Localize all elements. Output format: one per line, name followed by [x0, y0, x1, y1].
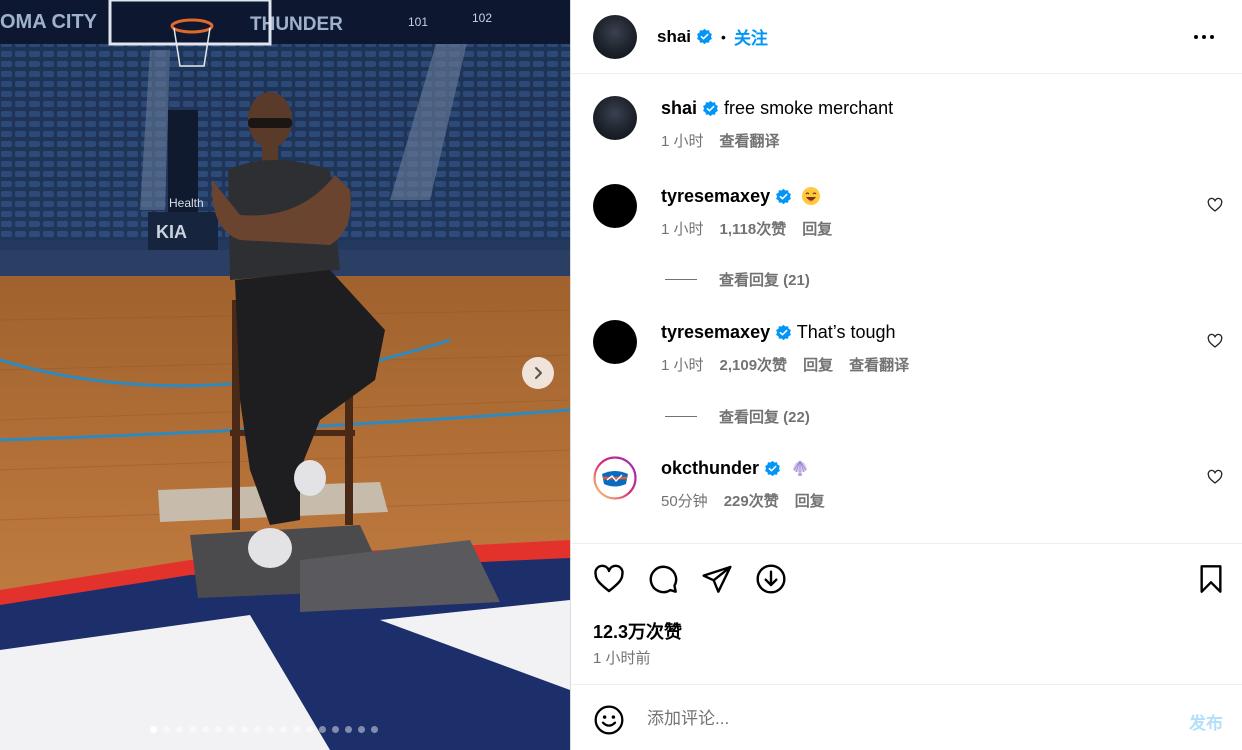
author-username[interactable]: shai: [657, 27, 691, 47]
carousel-dot: [189, 726, 196, 733]
carousel-dot: [215, 726, 222, 733]
verified-badge-icon: [776, 324, 791, 341]
section-102-label: 102: [472, 11, 492, 25]
replies-divider: [665, 279, 697, 280]
section-101-label: 101: [408, 15, 428, 29]
post-header: shai • 关注: [571, 0, 1242, 74]
comment-reply-button[interactable]: 回复: [795, 490, 825, 511]
banner-right-text: THUNDER: [250, 14, 343, 35]
comment-username[interactable]: tyresemaxey: [661, 322, 770, 342]
carousel-dot: [371, 726, 378, 733]
view-replies-label: 查看回复 (22): [719, 409, 810, 426]
header-separator: •: [721, 28, 726, 45]
post-comment-button[interactable]: 发布: [1189, 709, 1223, 734]
post-photo: OMA CITY THUNDER 101 102 Health KIA: [0, 0, 570, 750]
comment-text: That’s tough: [796, 322, 896, 342]
commenter-avatar[interactable]: [593, 320, 637, 364]
shell-emoji-icon: [793, 460, 808, 476]
view-replies-button[interactable]: 查看回复 (21): [665, 269, 810, 290]
verified-badge-icon: [703, 100, 718, 117]
likes-count[interactable]: 12.3万次赞: [593, 618, 682, 644]
carousel-dot: [293, 726, 300, 733]
view-replies-label: 查看回复 (21): [719, 272, 810, 289]
comment-username[interactable]: okcthunder: [661, 458, 759, 478]
view-replies-button[interactable]: 查看回复 (22): [665, 406, 810, 427]
okc-thunder-avatar[interactable]: [593, 456, 637, 500]
comment-likes[interactable]: 229次赞: [724, 490, 779, 511]
carousel-dot: [150, 726, 157, 733]
author-avatar[interactable]: [593, 14, 637, 59]
comment-time: 1 小时: [661, 357, 704, 374]
carousel-dot: [280, 726, 287, 733]
comments-list[interactable]: shai free smoke merchant 1 小时 查看翻译 tyres…: [571, 74, 1242, 544]
post-media[interactable]: OMA CITY THUNDER 101 102 Health KIA: [0, 0, 570, 750]
caption-avatar[interactable]: [593, 96, 637, 140]
laughing-face-emoji-icon: [802, 187, 821, 205]
comment-likes[interactable]: 2,109次赞: [720, 354, 788, 375]
comment-time: 50分钟: [661, 493, 708, 510]
commenter-avatar[interactable]: [593, 184, 637, 228]
more-options-icon[interactable]: [1194, 27, 1218, 47]
comment-bubble-icon[interactable]: [647, 563, 679, 595]
carousel-dot: [306, 726, 313, 733]
verified-badge-icon: [765, 460, 780, 477]
comment-time: 1 小时: [661, 221, 704, 238]
comment-like-heart-icon[interactable]: [1207, 469, 1223, 485]
carousel-dot: [176, 726, 183, 733]
comment-input[interactable]: [647, 705, 1147, 733]
verified-badge-icon: [697, 28, 712, 45]
save-bookmark-icon[interactable]: [1195, 563, 1227, 595]
carousel-dot: [332, 726, 339, 733]
caption-time: 1 小时: [661, 133, 704, 150]
comment-reply-button[interactable]: 回复: [803, 354, 833, 375]
kia-sign-text: KIA: [156, 222, 187, 242]
like-heart-icon[interactable]: [593, 563, 625, 595]
download-icon[interactable]: [755, 563, 787, 595]
carousel-dot: [358, 726, 365, 733]
comment-translate-link[interactable]: 查看翻译: [849, 354, 909, 375]
carousel-dot: [345, 726, 352, 733]
carousel-dot: [254, 726, 261, 733]
comment-likes[interactable]: 1,118次赞: [720, 218, 787, 239]
carousel-dot: [163, 726, 170, 733]
carousel-next-button[interactable]: [522, 357, 554, 389]
action-bar: [571, 544, 1242, 614]
comment-username[interactable]: tyresemaxey: [661, 186, 770, 206]
comment-reply-button[interactable]: 回复: [802, 218, 832, 239]
caption-username[interactable]: shai: [661, 98, 697, 118]
carousel-dot: [267, 726, 274, 733]
share-paper-plane-icon[interactable]: [701, 563, 733, 595]
carousel-dot: [202, 726, 209, 733]
caption-text: free smoke merchant: [724, 98, 894, 118]
emoji-picker-icon[interactable]: [593, 704, 625, 736]
comment-composer: 发布: [571, 684, 1242, 750]
chevron-right-icon: [535, 367, 542, 379]
carousel-dot: [241, 726, 248, 733]
carousel-dot: [228, 726, 235, 733]
caption-translate-link[interactable]: 查看翻译: [720, 130, 780, 151]
replies-divider: [665, 416, 697, 417]
carousel-indicator: [150, 726, 378, 733]
verified-badge-icon: [776, 188, 791, 205]
carousel-dot: [319, 726, 326, 733]
banner-left-text: OMA CITY: [0, 11, 98, 33]
post-side-panel: shai • 关注 shai free smoke merchant 1 小时 …: [570, 0, 1242, 750]
comment-like-heart-icon[interactable]: [1207, 333, 1223, 349]
follow-button[interactable]: 关注: [734, 24, 768, 49]
health-sign-text: Health: [169, 196, 204, 210]
post-timestamp[interactable]: 1 小时前: [593, 647, 651, 668]
comment-like-heart-icon[interactable]: [1207, 197, 1223, 213]
